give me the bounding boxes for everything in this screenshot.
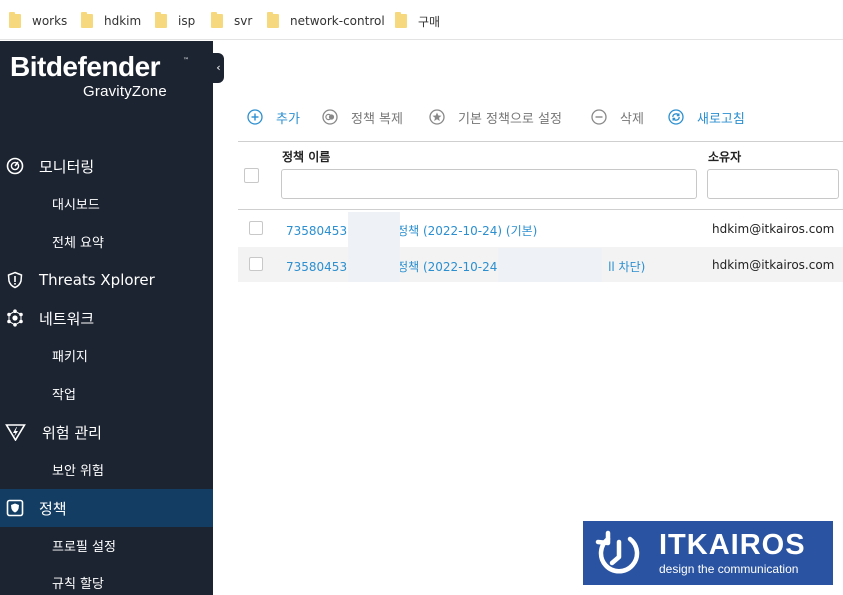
- sidebar-subitem-profile-settings[interactable]: 프로필 설정: [52, 536, 116, 555]
- bookmark-works[interactable]: works: [9, 12, 68, 29]
- policy-name-date: 정책 (2022-10-24): [397, 260, 503, 274]
- set-default-label: 기본 정책으로 설정: [458, 111, 562, 127]
- column-header-owner[interactable]: 소유자: [708, 148, 741, 165]
- sidebar-item-label: 모니터링: [39, 157, 95, 176]
- policy-name-filter-input[interactable]: [281, 169, 697, 199]
- column-header-policy-name[interactable]: 정책 이름: [282, 148, 330, 165]
- star-icon: [429, 109, 445, 125]
- policy-name-prefix: 73580453: [286, 260, 348, 274]
- clone-policy-label: 정책 복제: [351, 111, 403, 127]
- sidebar-item-threats-xplorer[interactable]: Threats Xplorer: [0, 266, 213, 294]
- policy-name-prefix: 73580453: [286, 224, 348, 238]
- table-row[interactable]: 73580453 정책 (2022-10-24) (기본) hdkim@itkai…: [238, 211, 843, 246]
- sidebar-item-label: 정책: [39, 499, 67, 518]
- sidebar-subitem-packages[interactable]: 패키지: [52, 346, 88, 365]
- watermark-title: ITKAIROS: [659, 529, 806, 561]
- sidebar-subitem-dashboard[interactable]: 대시보드: [52, 194, 100, 213]
- sidebar-subitem-tasks[interactable]: 작업: [52, 384, 76, 403]
- bookmark-label: hdkim: [104, 14, 142, 28]
- clone-policy-button[interactable]: 정책 복제: [322, 107, 403, 127]
- select-all-checkbox[interactable]: [244, 168, 259, 183]
- clone-icon: [322, 109, 338, 125]
- add-button[interactable]: 추가: [247, 107, 300, 127]
- policy-name-tail: ll 차단): [608, 260, 646, 274]
- folder-icon: [81, 12, 93, 28]
- gauge-icon: [6, 157, 24, 175]
- table-header-top-border: [238, 141, 843, 142]
- sidebar-subitem-summary[interactable]: 전체 요약: [52, 232, 104, 251]
- sidebar-item-policies[interactable]: 정책: [0, 489, 213, 527]
- brand-logo: Bitdefender: [10, 51, 161, 82]
- sidebar-collapse-button[interactable]: ‹: [213, 53, 224, 83]
- bookmark-svr[interactable]: svr: [211, 12, 253, 29]
- bookmark-label: 구매: [418, 14, 441, 29]
- itkairos-watermark: ITKAIROS design the communication: [583, 521, 833, 585]
- policy-name-suffix: 정책 (2022-10-24) (기본): [397, 224, 538, 238]
- network-icon: [7, 309, 23, 327]
- brand-product: GravityZone: [83, 83, 167, 100]
- add-label: 추가: [276, 111, 300, 127]
- policy-icon: [6, 499, 24, 517]
- bookmark-label: isp: [178, 14, 196, 28]
- sidebar-item-risk-management[interactable]: 위험 관리: [0, 418, 213, 446]
- folder-icon: [395, 12, 407, 28]
- set-default-policy-button[interactable]: 기본 정책으로 설정: [429, 107, 562, 127]
- watermark-subtitle: design the communication: [659, 562, 799, 576]
- policy-owner: hdkim@itkairos.com: [712, 222, 835, 236]
- bookmark-label: svr: [234, 14, 253, 28]
- redaction-blur: [348, 212, 400, 282]
- table-header-bottom-border: [238, 209, 843, 210]
- refresh-label: 새로고침: [697, 111, 745, 127]
- sidebar-item-label: 네트워크: [39, 309, 95, 328]
- risk-icon: [5, 424, 26, 441]
- delete-button[interactable]: 삭제: [591, 107, 644, 127]
- row-checkbox[interactable]: [249, 221, 263, 235]
- redaction-blur: [498, 248, 602, 282]
- bookmark-label: works: [32, 14, 68, 28]
- folder-icon: [155, 12, 167, 28]
- bookmark-hdkim[interactable]: hdkim: [81, 12, 142, 29]
- bookmark-purchase[interactable]: 구매: [395, 12, 441, 29]
- shield-alert-icon: [7, 271, 23, 289]
- refresh-button[interactable]: 새로고침: [668, 107, 745, 127]
- trademark-mark: ™: [183, 57, 189, 64]
- sidebar-item-label: Threats Xplorer: [39, 271, 155, 289]
- bookmark-isp[interactable]: isp: [155, 12, 196, 29]
- minus-circle-icon: [591, 109, 607, 125]
- sidebar-item-label: 위험 관리: [42, 423, 102, 442]
- delete-label: 삭제: [620, 111, 644, 127]
- sidebar-subitem-security-risk[interactable]: 보안 위험: [52, 460, 104, 479]
- folder-icon: [9, 12, 21, 28]
- clock-logo-icon: [595, 530, 640, 574]
- policy-name-link[interactable]: 73580453 정책 (2022-10-24) (기본): [286, 222, 537, 239]
- sidebar-item-network[interactable]: 네트워크: [0, 304, 213, 332]
- plus-circle-icon: [247, 109, 263, 125]
- policy-owner: hdkim@itkairos.com: [712, 258, 835, 272]
- bookmark-network-control[interactable]: network-control: [267, 12, 385, 29]
- chevron-left-icon: ‹: [216, 61, 221, 74]
- folder-icon: [267, 12, 279, 28]
- bookmark-label: network-control: [290, 14, 385, 28]
- folder-icon: [211, 12, 223, 28]
- sidebar-subitem-rule-assignment[interactable]: 규칙 할당: [52, 573, 104, 592]
- bookmarks-bar: works hdkim isp svr network-control 구매: [0, 0, 843, 40]
- refresh-icon: [668, 109, 684, 125]
- row-checkbox[interactable]: [249, 257, 263, 271]
- sidebar-item-monitoring[interactable]: 모니터링: [0, 152, 213, 180]
- owner-filter-input[interactable]: [707, 169, 839, 199]
